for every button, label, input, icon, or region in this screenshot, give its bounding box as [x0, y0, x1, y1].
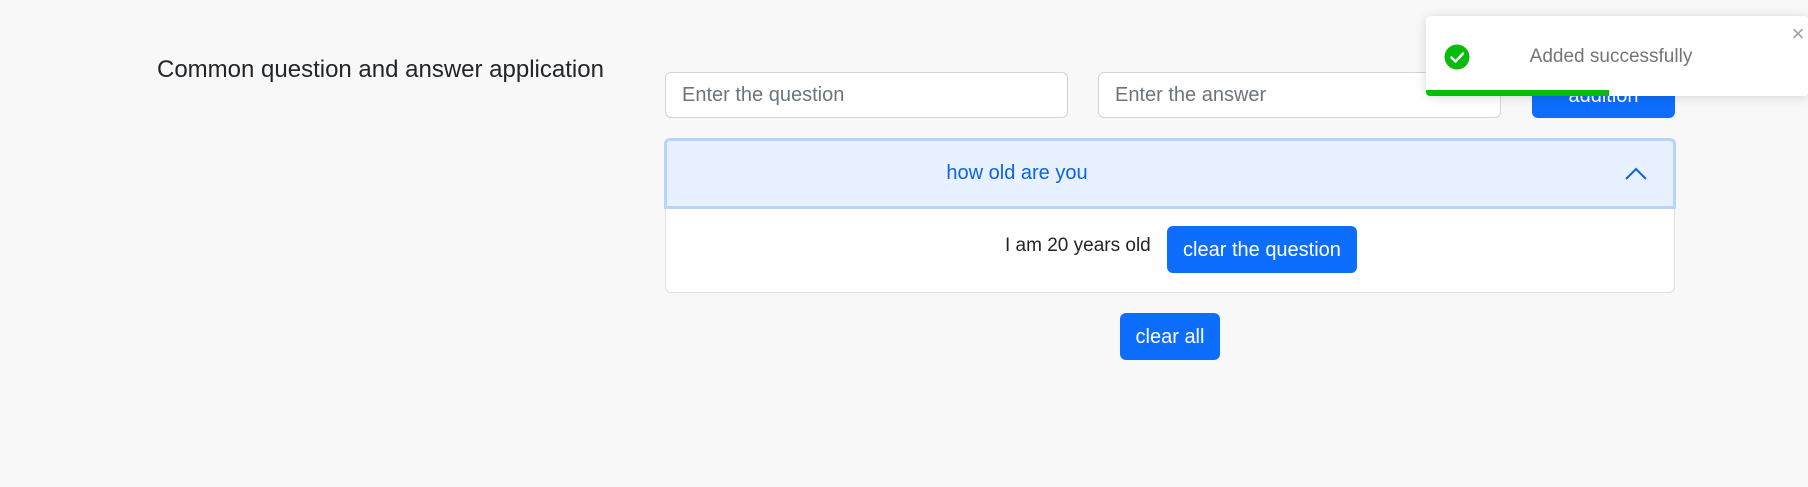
question-input[interactable]: [665, 72, 1068, 118]
accordion-body: I am 20 years old clear the question: [666, 209, 1674, 292]
toast-notification[interactable]: Added successfully ×: [1426, 16, 1808, 96]
toast-progress-bar: [1426, 90, 1610, 96]
close-icon[interactable]: ×: [1790, 23, 1806, 45]
chevron-up-icon[interactable]: [1622, 160, 1650, 188]
clear-question-button[interactable]: clear the question: [1167, 226, 1357, 273]
answer-text: I am 20 years old: [1005, 235, 1151, 256]
page-title: Common question and answer application: [157, 56, 604, 83]
question-text: how old are you: [946, 162, 1088, 184]
toast-message: Added successfully: [1529, 46, 1693, 67]
qa-accordion: how old are you I am 20 years old clear …: [664, 138, 1676, 293]
clear-all-button[interactable]: clear all: [1120, 313, 1220, 360]
accordion-header[interactable]: how old are you: [664, 138, 1676, 209]
